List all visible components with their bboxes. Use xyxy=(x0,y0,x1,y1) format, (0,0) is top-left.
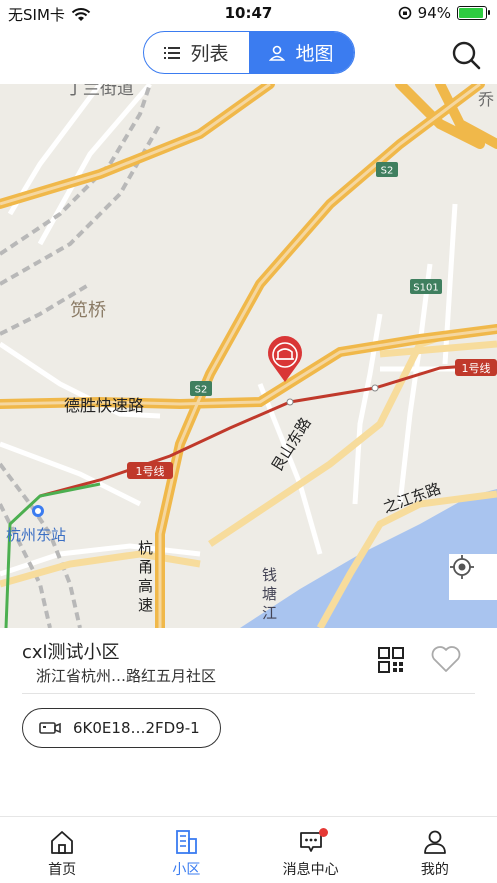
map-view[interactable]: S2 S2 S101 1号线 1号线 丁兰街道 乔 笕桥 德胜快速路 杭州东站 … xyxy=(0,84,497,628)
map-canvas: S2 S2 S101 1号线 1号线 xyxy=(0,84,497,628)
tab-community[interactable]: 小区 xyxy=(124,817,248,883)
metro-station-dot xyxy=(286,398,294,406)
tab-me-label: 我的 xyxy=(420,862,449,878)
home-icon xyxy=(51,831,74,854)
map-label-hangyong: 杭甬高速 xyxy=(138,539,154,614)
shield-metro-right-text: 1号线 xyxy=(462,361,491,375)
shield-metro-right: 1号线 xyxy=(455,359,497,376)
orientation-lock-icon xyxy=(398,6,411,20)
tab-map[interactable]: 地图 xyxy=(249,32,354,73)
shield-s2-mid: S2 xyxy=(190,381,212,396)
community-title: cxl测试小区 xyxy=(22,642,120,663)
search-icon[interactable] xyxy=(451,40,481,70)
station-icon xyxy=(32,505,44,517)
user-icon xyxy=(423,830,446,854)
bottom-tab-bar: 首页 小区 消息中心 我的 xyxy=(0,816,497,883)
community-card[interactable]: cxl测试小区 浙江省杭州…路红五月社区 6K0E18…2FD9-1 xyxy=(0,628,497,816)
device-id: 6K0E18…2FD9-1 xyxy=(73,719,200,737)
metro-station-dot xyxy=(371,384,379,392)
device-button[interactable]: 6K0E18…2FD9-1 xyxy=(22,708,221,748)
list-icon xyxy=(164,46,181,59)
tab-list-label: 列表 xyxy=(190,43,229,65)
camera-icon xyxy=(39,722,61,734)
shield-s101-text: S101 xyxy=(413,283,438,294)
status-right: 94% xyxy=(398,4,490,22)
status-bar: 无SIM卡 10:47 94% xyxy=(0,0,497,28)
tab-home-label: 首页 xyxy=(48,862,77,878)
battery-icon xyxy=(457,6,490,20)
map-label-district: 笕桥 xyxy=(70,300,106,321)
community-address: 浙江省杭州…路红五月社区 xyxy=(36,667,217,685)
shield-metro-left-text: 1号线 xyxy=(136,464,165,478)
map-label-top-road: 丁兰街道 xyxy=(66,84,134,99)
card-divider xyxy=(22,693,475,694)
map-label-river: 钱塘江 xyxy=(262,566,278,622)
shield-s101: S101 xyxy=(410,279,442,294)
view-switch: 列表 地图 xyxy=(143,31,355,74)
shield-s2-top: S2 xyxy=(376,162,398,177)
locate-icon xyxy=(450,555,474,579)
tab-messages[interactable]: 消息中心 xyxy=(249,817,373,883)
shield-metro-left: 1号线 xyxy=(127,462,173,479)
shield-s2-top-text: S2 xyxy=(381,166,394,177)
tab-community-label: 小区 xyxy=(172,862,201,878)
map-label-expressway: 德胜快速路 xyxy=(64,396,145,415)
tab-messages-label: 消息中心 xyxy=(282,862,339,878)
battery-level xyxy=(459,8,484,18)
community-icon xyxy=(176,830,198,854)
qr-code-icon[interactable] xyxy=(378,647,404,673)
tab-me[interactable]: 我的 xyxy=(373,817,497,883)
map-label-top-right: 乔 xyxy=(478,90,495,109)
map-label-station: 杭州东站 xyxy=(6,526,67,544)
tab-list[interactable]: 列表 xyxy=(144,32,249,73)
person-icon xyxy=(269,45,286,61)
metro-line xyxy=(39,362,497,498)
tab-home[interactable]: 首页 xyxy=(0,817,124,883)
message-badge xyxy=(318,828,328,837)
heart-icon[interactable] xyxy=(430,644,462,674)
locate-button[interactable] xyxy=(449,554,497,600)
shield-s2-mid-text: S2 xyxy=(195,385,208,396)
battery-percent: 94% xyxy=(417,4,451,22)
header: 列表 地图 xyxy=(0,28,497,84)
tab-map-label: 地图 xyxy=(295,43,334,65)
